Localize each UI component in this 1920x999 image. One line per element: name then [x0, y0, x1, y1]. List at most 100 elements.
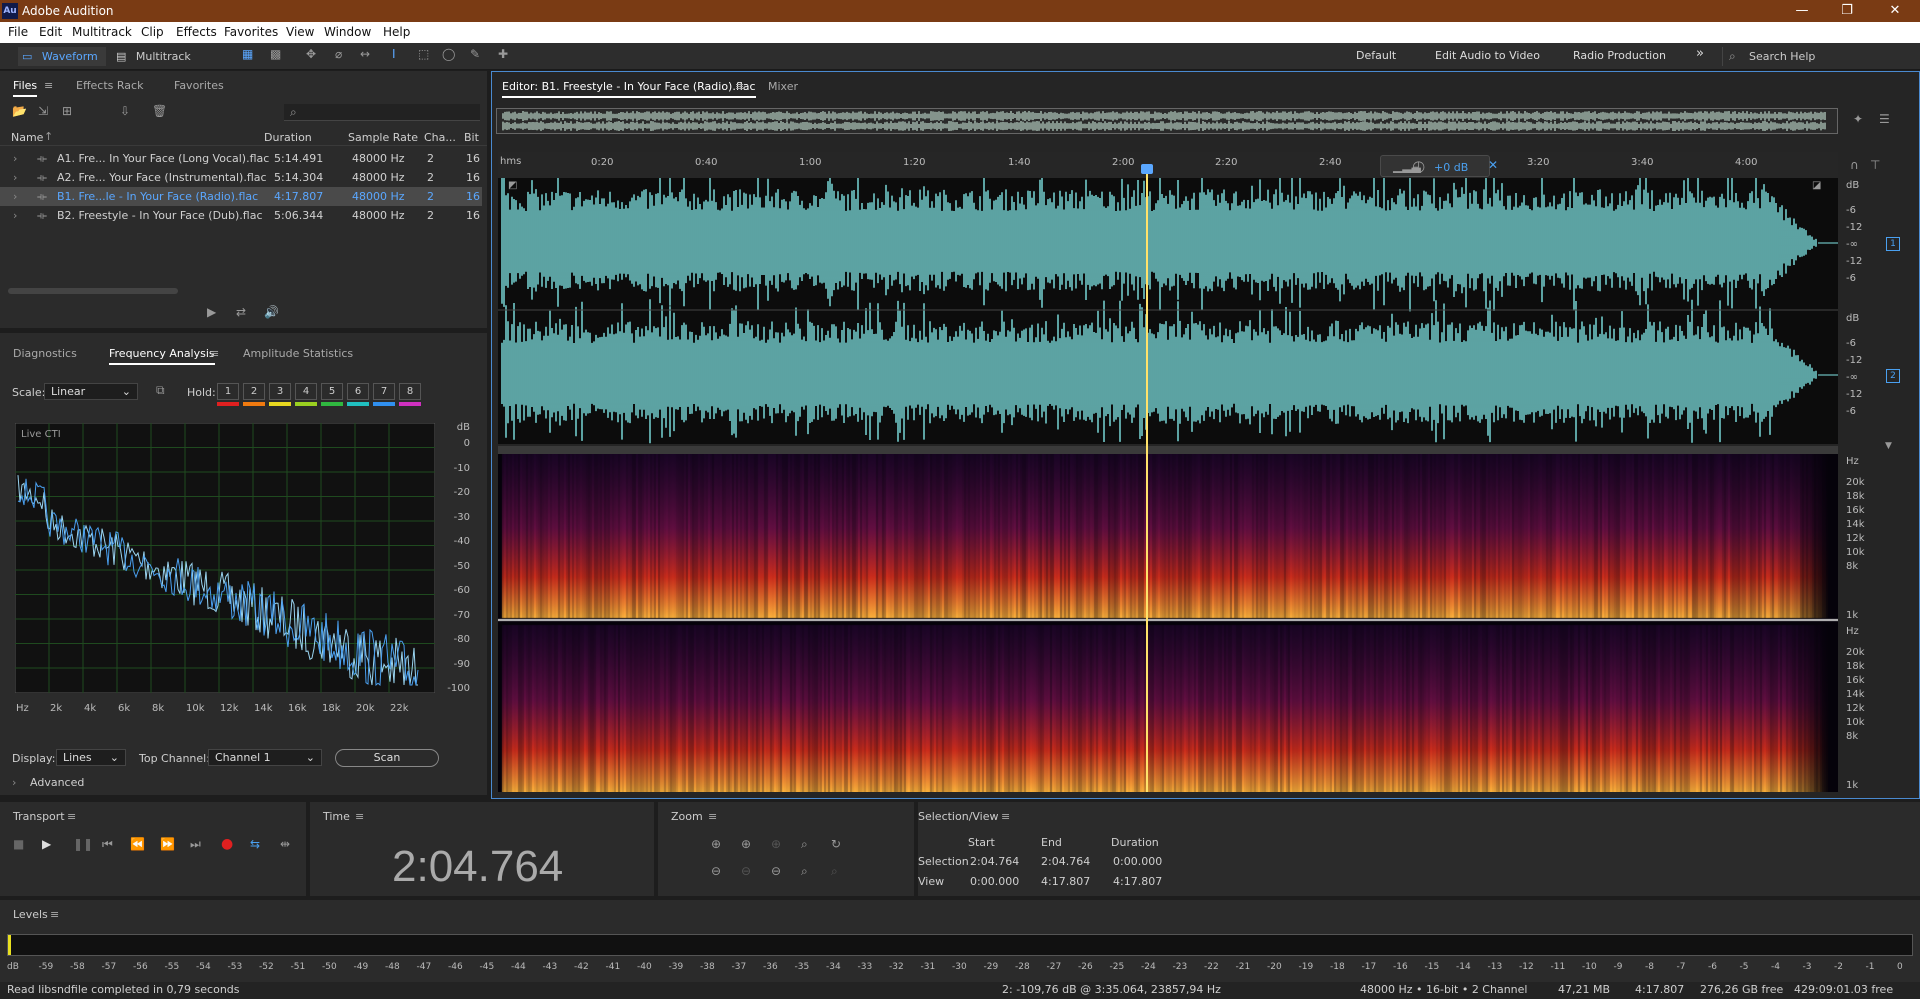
hold-button-8[interactable]: 8 [399, 383, 421, 400]
column-bit[interactable]: Bit [464, 131, 479, 144]
spectral-frequency-icon[interactable]: ▦ [242, 47, 253, 61]
zoom-to-fit-icon[interactable]: ✦ [1853, 112, 1863, 126]
spectral-divider[interactable] [498, 446, 1838, 454]
zoom-out-point-icon[interactable]: ⊖ [771, 864, 781, 878]
waveform-view-button[interactable]: ▭ Waveform [18, 47, 106, 66]
zoom-in-time-icon[interactable]: ⊕ [741, 837, 751, 851]
hold-button-2[interactable]: 2 [243, 383, 265, 400]
workspace-edit-audio-to-video[interactable]: Edit Audio to Video [1435, 49, 1540, 62]
brush-tool-icon[interactable]: ✎ [470, 47, 480, 61]
files-panel-menu-icon[interactable]: ≡ [44, 79, 53, 92]
column-name[interactable]: Name [11, 131, 43, 144]
workspace-default[interactable]: Default [1356, 49, 1396, 62]
selection-end[interactable]: 2:04.764 [1041, 855, 1090, 868]
minimize-button[interactable]: — [1787, 2, 1817, 20]
zoom-reset-icon[interactable]: ↻ [831, 837, 841, 851]
files-search-input[interactable]: ⌕ [284, 104, 480, 121]
marquee-tool-icon[interactable]: ⬚ [418, 47, 429, 61]
zoom-selection-icon[interactable]: ⌕ [831, 864, 838, 879]
playhead-handle[interactable] [1141, 164, 1153, 174]
spot-healing-tool-icon[interactable]: ✚ [498, 47, 508, 61]
fast-forward-icon[interactable]: ⏩ [160, 837, 175, 851]
playhead[interactable] [1146, 165, 1148, 792]
zoom-menu-icon[interactable]: ≡ [708, 810, 717, 823]
hold-button-7[interactable]: 7 [373, 383, 395, 400]
zoom-in-left-icon[interactable]: ⌕ [801, 837, 808, 852]
transport-menu-icon[interactable]: ≡ [67, 810, 76, 823]
menu-window[interactable]: Window [324, 25, 371, 39]
zoom-out-time-icon[interactable]: ⊖ [741, 864, 751, 878]
razor-tool-icon[interactable]: ⌀ [335, 47, 342, 61]
column-channels[interactable]: Cha... [424, 131, 456, 144]
hold-button-4[interactable]: 4 [295, 383, 317, 400]
zoom-out-amplitude-icon[interactable]: ⊖ [711, 864, 721, 878]
selection-menu-icon[interactable]: ≡ [1001, 810, 1010, 823]
spectral-pitch-icon[interactable]: ▩ [270, 47, 281, 61]
current-time-display[interactable]: 2:04.764 [392, 842, 563, 892]
zoom-in-amplitude-icon[interactable]: ⊕ [711, 837, 721, 851]
play-preview-icon[interactable]: ▶ [207, 305, 216, 319]
hold-button-3[interactable]: 3 [269, 383, 291, 400]
hold-button-6[interactable]: 6 [347, 383, 369, 400]
file-row[interactable]: › ⟛ A2. Fre... Your Face (Instrumental).… [0, 168, 482, 187]
time-selection-tool-icon[interactable]: I [392, 47, 396, 61]
menu-view[interactable]: View [286, 25, 314, 39]
chevron-right-icon[interactable]: › [12, 776, 16, 789]
analysis-panel-menu-icon[interactable]: ≡ [210, 347, 219, 360]
levels-menu-icon[interactable]: ≡ [50, 908, 59, 921]
view-duration[interactable]: 4:17.807 [1113, 875, 1162, 888]
headphones-icon[interactable]: ∩ [1850, 158, 1859, 172]
loop-playback-icon[interactable]: ⇆ [250, 837, 260, 851]
menu-help[interactable]: Help [383, 25, 410, 39]
expand-chevron-icon[interactable]: › [13, 171, 17, 184]
tab-files[interactable]: Files [13, 79, 38, 97]
files-horizontal-scrollbar[interactable] [8, 288, 178, 294]
pin-hud-icon[interactable]: ✕ [1488, 158, 1498, 172]
tab-editor[interactable]: Editor: B1. Freestyle - In Your Face (Ra… [502, 80, 756, 98]
record-icon[interactable]: ● [221, 836, 233, 852]
search-help-field[interactable]: ⌕ Search Help [1722, 47, 1914, 66]
close-button[interactable]: ✕ [1880, 2, 1910, 20]
multitrack-view-button[interactable]: ▤ Multitrack [112, 47, 196, 66]
gain-knob-icon[interactable]: ◴ [1412, 157, 1425, 175]
zoom-out-full-icon[interactable]: ⌕ [801, 864, 808, 879]
menu-file[interactable]: File [8, 25, 28, 39]
scan-button[interactable]: Scan [335, 749, 439, 767]
waveform-display[interactable]: ◩ ◪ [498, 167, 1838, 444]
go-to-next-icon[interactable]: ⏭ [190, 837, 201, 852]
tab-favorites[interactable]: Favorites [174, 79, 224, 92]
chevron-down-icon[interactable]: ▼ [1885, 441, 1892, 451]
menu-multitrack[interactable]: Multitrack [72, 25, 132, 39]
selection-start[interactable]: 2:04.764 [970, 855, 1019, 868]
channel-1-toggle[interactable]: 1 [1886, 237, 1900, 251]
open-file-icon[interactable]: 📂 [12, 104, 27, 118]
workspace-radio-production[interactable]: Radio Production [1573, 49, 1666, 62]
view-start[interactable]: 0:00.000 [970, 875, 1019, 888]
slip-tool-icon[interactable]: ↔ [360, 47, 370, 61]
panel-options-icon[interactable]: ☰ [1879, 112, 1890, 126]
file-row[interactable]: › ⟛ B2. Freestyle - In Your Face (Dub).f… [0, 206, 482, 225]
skip-selection-icon[interactable]: ⇹ [280, 837, 290, 851]
file-row-selected[interactable]: › ⟛ B1. Fre...le - In Your Face (Radio).… [0, 187, 482, 206]
insert-into-multitrack-icon[interactable]: ⇩ [120, 104, 130, 118]
selection-duration[interactable]: 0:00.000 [1113, 855, 1162, 868]
channel-2-toggle[interactable]: 2 [1886, 369, 1900, 383]
menu-favorites[interactable]: Favorites [224, 25, 278, 39]
scale-select[interactable]: Linear ⌄ [44, 383, 138, 400]
move-tool-icon[interactable]: ✥ [306, 47, 316, 61]
tab-effects-rack[interactable]: Effects Rack [76, 79, 143, 92]
spectral-display[interactable] [498, 454, 1838, 792]
delete-file-icon[interactable]: 🗑 [152, 104, 167, 118]
menu-edit[interactable]: Edit [39, 25, 62, 39]
hold-button-1[interactable]: 1 [217, 383, 239, 400]
zoom-in-point-icon[interactable]: ⊕ [771, 837, 781, 851]
go-to-previous-icon[interactable]: ⏮ [102, 837, 113, 852]
stop-icon[interactable]: ■ [13, 837, 24, 851]
autoplay-icon[interactable]: 🔊 [264, 305, 279, 319]
menu-clip[interactable]: Clip [141, 25, 164, 39]
import-file-icon[interactable]: ⇲ [38, 104, 48, 118]
editor-panel-menu-icon[interactable]: ≡ [735, 80, 744, 93]
view-end[interactable]: 4:17.807 [1041, 875, 1090, 888]
advanced-toggle[interactable]: Advanced [30, 776, 84, 789]
top-channel-select[interactable]: Channel 1 ⌄ [208, 749, 322, 766]
